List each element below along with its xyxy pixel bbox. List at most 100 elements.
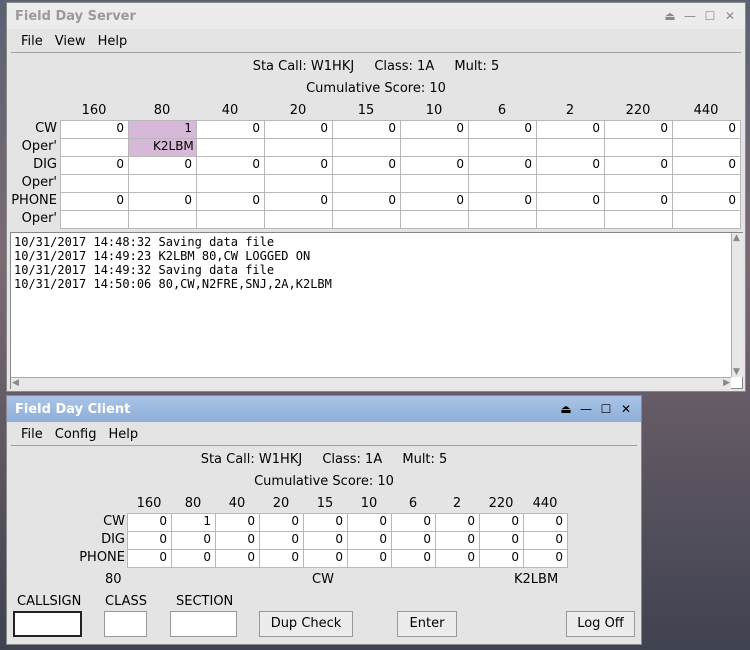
- log-horizontal-scrollbar[interactable]: ◀ ▶: [11, 377, 731, 389]
- score-cell: [196, 138, 265, 157]
- shade-icon[interactable]: ⏏: [663, 9, 677, 23]
- sta-call: Sta Call: W1HKJ: [200, 452, 303, 467]
- server-menu-view[interactable]: View: [49, 32, 92, 51]
- callsign-input[interactable]: [13, 611, 82, 637]
- score-cell: 0: [60, 156, 129, 175]
- score-cell: [536, 138, 605, 157]
- score-cell: 0: [435, 549, 480, 568]
- score-cell: [60, 138, 129, 157]
- score-cell: [672, 174, 741, 193]
- score-cell: 0: [536, 120, 605, 139]
- server-window: Field Day Server ⏏ — ☐ ✕ File View Help …: [6, 2, 746, 392]
- score-cell: [264, 210, 333, 229]
- row-label: PHONE: [79, 550, 125, 565]
- score-cell: 0: [259, 549, 304, 568]
- client-menu-config[interactable]: Config: [49, 425, 103, 444]
- band-header: 220: [625, 103, 651, 118]
- score-cell: [128, 174, 197, 193]
- score-cell: 0: [604, 156, 673, 175]
- client-menu-help[interactable]: Help: [102, 425, 144, 444]
- score-cell: 0: [347, 513, 392, 532]
- score-cell: K2LBM: [128, 138, 197, 157]
- band-header: 80: [184, 496, 202, 511]
- server-log[interactable]: 10/31/2017 14:48:32 Saving data file 10/…: [10, 232, 743, 389]
- score-cell: 0: [468, 192, 537, 211]
- score-cell: 0: [479, 513, 524, 532]
- status-operator: K2LBM: [514, 572, 559, 587]
- sta-call: Sta Call: W1HKJ: [252, 59, 355, 74]
- score-cell: [400, 138, 469, 157]
- row-label: Oper': [21, 175, 57, 190]
- score-cell: 0: [264, 156, 333, 175]
- score-cell: [468, 210, 537, 229]
- band-header: 80: [153, 103, 171, 118]
- section-input[interactable]: [170, 611, 237, 637]
- score-cell: [604, 174, 673, 193]
- dup-check-button[interactable]: Dup Check: [259, 611, 353, 637]
- minimize-icon[interactable]: —: [579, 402, 593, 416]
- server-station-info: Sta Call: W1HKJ Class: 1A Mult: 5: [7, 59, 745, 74]
- server-menu-help[interactable]: Help: [92, 32, 134, 51]
- score-cell: 1: [128, 120, 197, 139]
- mult-info: Mult: 5: [454, 59, 500, 74]
- score-cell: 0: [347, 549, 392, 568]
- score-cell: [672, 138, 741, 157]
- log-line: 10/31/2017 14:50:06 80,CW,N2FRE,SNJ,2A,K…: [14, 277, 332, 291]
- score-cell: 0: [479, 549, 524, 568]
- score-cell: [604, 138, 673, 157]
- shade-icon[interactable]: ⏏: [559, 402, 573, 416]
- score-cell: 0: [264, 192, 333, 211]
- log-off-button[interactable]: Log Off: [566, 611, 635, 637]
- scroll-right-icon[interactable]: ▶: [723, 378, 730, 388]
- score-cell: [332, 174, 401, 193]
- score-cell: 0: [127, 549, 172, 568]
- server-menu-file[interactable]: File: [15, 32, 49, 51]
- score-cell: 0: [171, 531, 216, 550]
- band-header: 40: [221, 103, 239, 118]
- band-header: 40: [228, 496, 246, 511]
- client-menu-file[interactable]: File: [15, 425, 49, 444]
- score-cell: 0: [332, 120, 401, 139]
- log-vertical-scrollbar[interactable]: ▲ ▼: [731, 233, 743, 377]
- score-cell: [468, 174, 537, 193]
- client-title: Field Day Client: [15, 401, 131, 417]
- maximize-icon[interactable]: ☐: [599, 402, 613, 416]
- close-icon[interactable]: ✕: [723, 9, 737, 23]
- close-icon[interactable]: ✕: [619, 402, 633, 416]
- score-cell: 0: [128, 156, 197, 175]
- score-cell: [264, 174, 333, 193]
- score-cell: 0: [215, 513, 260, 532]
- class-input[interactable]: [104, 611, 147, 637]
- scroll-up-icon[interactable]: ▲: [733, 233, 740, 243]
- log-line: 10/31/2017 14:49:23 K2LBM 80,CW LOGGED O…: [14, 249, 311, 263]
- score-cell: 0: [127, 531, 172, 550]
- score-cell: 0: [400, 120, 469, 139]
- score-cell: 0: [196, 156, 265, 175]
- score-cell: [128, 210, 197, 229]
- score-cell: 0: [60, 192, 129, 211]
- score-cell: [60, 210, 129, 229]
- score-cell: 0: [523, 531, 568, 550]
- server-titlebar[interactable]: Field Day Server ⏏ — ☐ ✕: [7, 3, 745, 29]
- score-cell: 0: [523, 549, 568, 568]
- score-cell: [196, 174, 265, 193]
- client-menubar: File Config Help: [11, 424, 637, 446]
- maximize-icon[interactable]: ☐: [703, 9, 717, 23]
- band-header: 20: [272, 496, 290, 511]
- enter-button[interactable]: Enter: [397, 611, 457, 637]
- score-cell: 0: [264, 120, 333, 139]
- band-header: 440: [532, 496, 558, 511]
- score-cell: [536, 210, 605, 229]
- client-station-info: Sta Call: W1HKJ Class: 1A Mult: 5: [7, 452, 641, 467]
- scroll-left-icon[interactable]: ◀: [12, 378, 19, 388]
- minimize-icon[interactable]: —: [683, 9, 697, 23]
- score-cell: 1: [171, 513, 216, 532]
- section-label: SECTION: [176, 594, 234, 609]
- row-label: Oper': [21, 139, 57, 154]
- score-cell: 0: [604, 120, 673, 139]
- score-cell: [264, 138, 333, 157]
- client-titlebar[interactable]: Field Day Client ⏏ — ☐ ✕: [7, 396, 641, 422]
- scroll-down-icon[interactable]: ▼: [733, 367, 740, 377]
- score-cell: 0: [196, 120, 265, 139]
- score-cell: [60, 174, 129, 193]
